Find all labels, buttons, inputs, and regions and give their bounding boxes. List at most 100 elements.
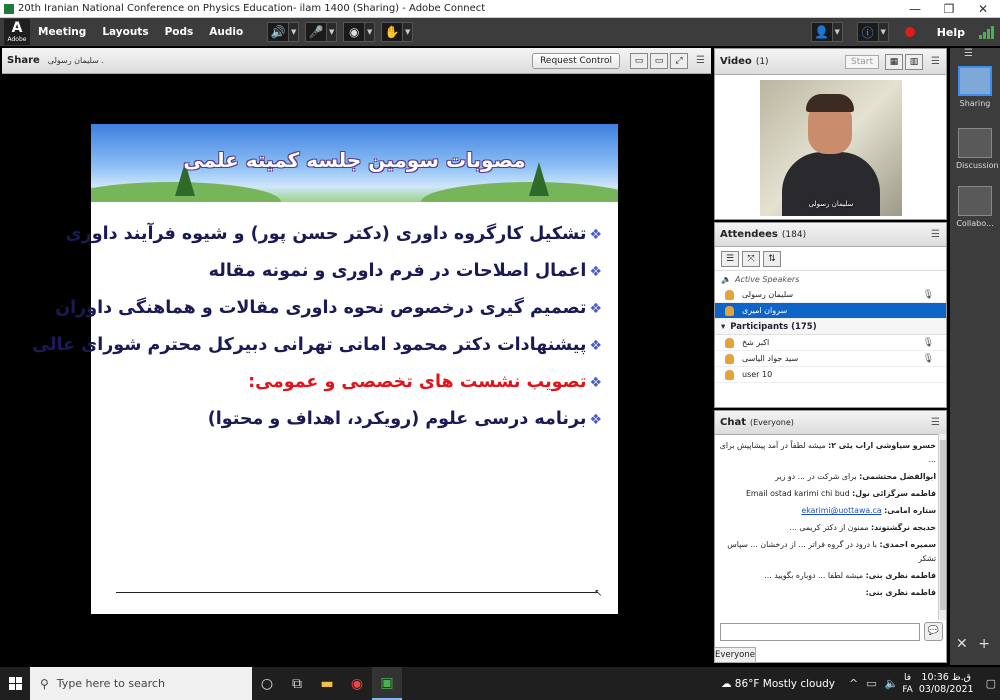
chat-message: خدیجه نرگشتوند: ممنون از دکتر کریمی ... xyxy=(789,523,936,532)
start-webcam-button[interactable]: Start xyxy=(845,54,880,69)
banner-hill xyxy=(421,182,618,202)
cortana-icon[interactable]: ○ xyxy=(252,667,282,700)
scrollbar-thumb[interactable] xyxy=(940,440,946,610)
recording-icon[interactable] xyxy=(904,27,915,37)
menu-meeting[interactable]: Meeting xyxy=(30,26,94,38)
close-button[interactable]: ✕ xyxy=(966,2,1000,16)
diamond-bullet-icon: ❖ xyxy=(589,375,602,391)
attendee-row[interactable]: user 10 xyxy=(715,367,946,383)
chrome-icon[interactable]: ◉ xyxy=(342,667,372,700)
email-link[interactable]: ekarimi@uottawa.ca xyxy=(801,506,881,515)
clock[interactable]: 10:36 ق.ظ 03/08/2021 xyxy=(919,672,974,696)
attendee-row[interactable]: سید جواد الیاسی 🎙 xyxy=(715,351,946,367)
speaker-icon: 🔊 xyxy=(267,22,290,42)
attendees-pod: Attendees (184) ☰ ☰ ⤧ ⇅ 🔈 Active Speakers… xyxy=(714,222,947,408)
rail-controls: ✕ + xyxy=(956,636,996,654)
participants-group[interactable]: ▾ Participants (175) xyxy=(715,319,946,335)
raise-hand-button[interactable]: ✋ ▼ xyxy=(381,22,414,42)
chat-input[interactable] xyxy=(720,623,920,641)
share-pod-title: Share xyxy=(7,55,40,66)
chat-pod-header: Chat (Everyone) ☰ xyxy=(715,411,946,435)
send-message-button[interactable]: 💬 xyxy=(924,622,943,641)
microphone-icon: 🎙 xyxy=(922,289,934,300)
video-count: (1) xyxy=(755,56,769,67)
microphone-icon: 🎙 xyxy=(922,353,934,364)
diamond-bullet-icon: ❖ xyxy=(589,227,602,243)
maximize-button[interactable]: ❐ xyxy=(932,2,966,16)
breakout-icon[interactable]: ⤧ xyxy=(742,250,760,267)
presenter-name: سلیمان رسولی . xyxy=(47,56,104,65)
microphone-button[interactable]: 🎤 ▼ xyxy=(305,22,338,42)
attendee-row[interactable]: اکبر شخ 🎙 xyxy=(715,335,946,351)
menu-audio[interactable]: Audio xyxy=(201,26,251,38)
close-icon[interactable]: ✕ xyxy=(956,636,968,652)
chevron-down-icon[interactable]: ▼ xyxy=(878,22,889,42)
request-control-button[interactable]: Request Control xyxy=(532,52,621,69)
chat-message: فاطمه نظری بنی: میشه لطفا ... دوباره بگو… xyxy=(764,571,936,580)
pointer-cursor-icon: ↖ xyxy=(594,588,603,599)
pod-menu-icon[interactable]: ☰ xyxy=(931,56,940,67)
chevron-down-icon[interactable]: ▼ xyxy=(403,22,414,42)
sort-icon[interactable]: ⇅ xyxy=(763,250,781,267)
role-button[interactable]: 👤 ▼ xyxy=(810,22,843,42)
minimize-button[interactable]: — xyxy=(898,2,932,16)
attendee-row-selected[interactable]: سروان امیری xyxy=(715,303,946,319)
file-explorer-icon[interactable]: ▬ xyxy=(312,667,342,700)
chevron-down-icon[interactable]: ▼ xyxy=(327,22,338,42)
chat-tab-everyone[interactable]: Everyone xyxy=(714,647,756,663)
layout-thumbnail xyxy=(958,186,992,216)
view-normal-icon[interactable]: ▭ xyxy=(630,52,649,69)
chevron-down-icon[interactable]: ▼ xyxy=(289,22,300,42)
chat-pod-title: Chat xyxy=(720,417,746,428)
webcam-button[interactable]: ◉ ▼ xyxy=(343,22,376,42)
pod-menu-icon[interactable]: ☰ xyxy=(931,417,940,428)
microphone-icon: 🎙 xyxy=(922,337,934,348)
diamond-bullet-icon: ❖ xyxy=(589,264,602,280)
webcam-feed: سلیمان رسولی xyxy=(760,80,902,216)
chat-message: ستاره امامی: ekarimi@uottawa.ca xyxy=(801,506,936,515)
window-titlebar: 20th Iranian National Conference on Phys… xyxy=(0,0,1000,18)
pod-menu-icon[interactable]: ☰ xyxy=(696,55,705,66)
fullscreen-icon[interactable]: ⤢ xyxy=(670,52,689,69)
layout-collaboration[interactable]: Collabo... xyxy=(956,186,994,228)
plus-icon[interactable]: + xyxy=(978,636,990,652)
chevron-down-icon[interactable]: ▼ xyxy=(365,22,376,42)
show-hidden-icons[interactable]: ^ xyxy=(849,677,858,690)
taskbar-search[interactable]: ⚲ Type here to search xyxy=(30,667,252,700)
layout-sharing[interactable]: Sharing xyxy=(956,66,994,108)
chat-scope: (Everyone) xyxy=(750,418,794,427)
volume-icon[interactable]: 🔈 xyxy=(885,677,899,690)
speaker-button[interactable]: 🔊 ▼ xyxy=(267,22,300,42)
help-menu[interactable]: Help xyxy=(937,26,965,39)
layout-discussion[interactable]: Discussion xyxy=(956,128,999,170)
layout-view-icon[interactable]: ▥ xyxy=(905,53,924,70)
connection-signal-icon xyxy=(979,25,994,39)
chevron-down-icon[interactable]: ▼ xyxy=(832,22,843,42)
diamond-bullet-icon: ❖ xyxy=(589,301,602,317)
adobe-connect-taskbar-icon[interactable]: ▣ xyxy=(372,667,402,700)
slide-bullet: ❖تصمیم گیری درخصوص نحوه داوری مقالات و ه… xyxy=(55,298,602,318)
layout-thumbnail xyxy=(958,128,992,158)
notifications-icon[interactable]: ▢ xyxy=(986,677,996,690)
person-icon xyxy=(725,337,734,348)
chat-scrollbar[interactable] xyxy=(938,434,946,620)
speaker-small-icon: 🔈 xyxy=(721,274,731,284)
start-button[interactable] xyxy=(0,667,30,700)
pod-menu-icon[interactable]: ☰ xyxy=(931,229,940,240)
menu-layouts[interactable]: Layouts xyxy=(94,26,156,38)
weather-widget[interactable]: ☁ 86°F Mostly cloudy xyxy=(721,678,835,690)
list-view-icon[interactable]: ☰ xyxy=(721,250,739,267)
view-fit-icon[interactable]: ▭ xyxy=(650,52,669,69)
task-view-icon[interactable]: ⧉ xyxy=(282,667,312,700)
menu-pods[interactable]: Pods xyxy=(157,26,202,38)
attendee-row[interactable]: سلیمان رسولی 🎙 xyxy=(715,287,946,303)
language-indicator[interactable]: فا FA xyxy=(902,672,913,696)
menubar: A Adobe Meeting Layouts Pods Audio 🔊 ▼ 🎤 ▼ … xyxy=(0,18,1000,46)
network-icon[interactable]: ▭ xyxy=(866,677,876,690)
layout-thumbnail xyxy=(958,66,992,96)
person-icon xyxy=(725,305,734,316)
rail-menu-icon[interactable]: ☰ xyxy=(964,48,973,59)
status-button[interactable]: ⓘ ▼ xyxy=(856,22,889,42)
grid-view-icon[interactable]: ▦ xyxy=(885,53,904,70)
windows-taskbar: ⚲ Type here to search ○ ⧉ ▬ ◉ ▣ ☁ 86°F Mo… xyxy=(0,667,1000,700)
